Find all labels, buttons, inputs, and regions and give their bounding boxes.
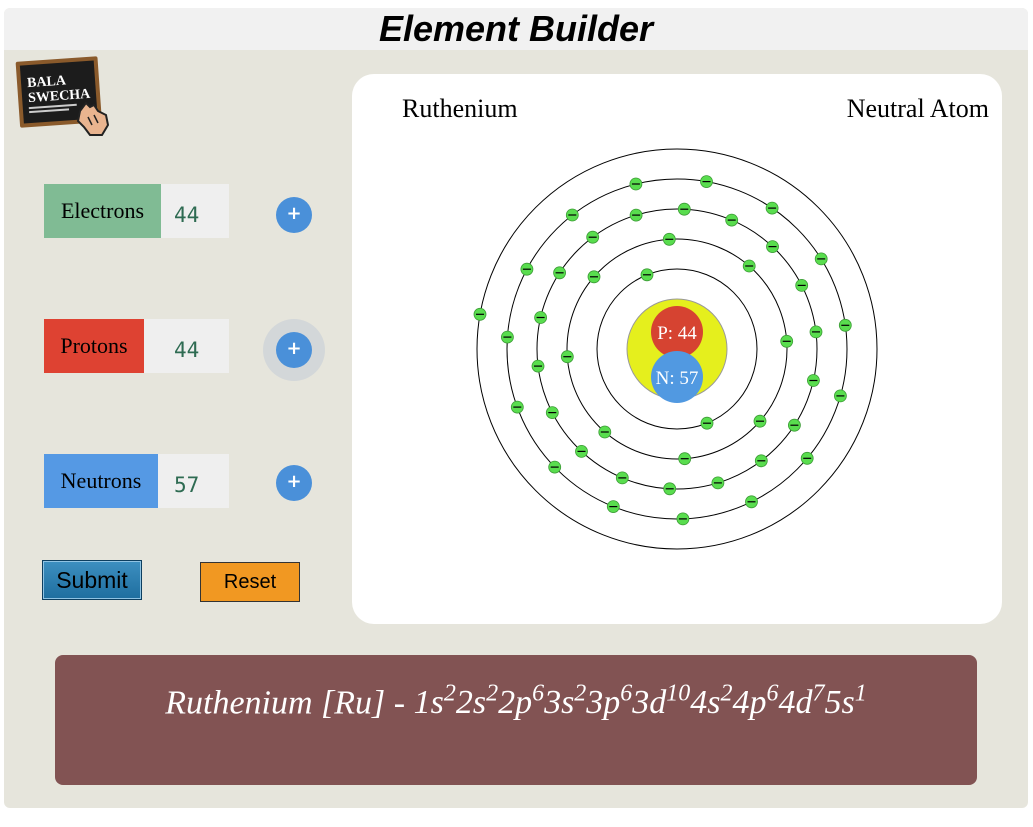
atom-panel: Ruthenium Neutral Atom P: 44 N: 57 [352, 74, 1002, 624]
orbital-3s: 3s [544, 684, 575, 722]
electron-configuration: Ruthenium [Ru] - 1s22s22p63s23p63d104s24… [55, 681, 977, 722]
neutrons-label: Neutrons [44, 454, 158, 508]
orbital-4s-count: 2 [720, 681, 733, 707]
reset-button[interactable]: Reset [200, 562, 300, 602]
orbital-3d-count: 10 [666, 681, 691, 707]
electron-configuration-panel: Ruthenium [Ru] - 1s22s22p63s23p63d104s24… [55, 655, 977, 785]
bala-swecha-logo: BALA SWECHA [15, 56, 110, 136]
orbital-3p-count: 6 [620, 681, 633, 707]
configuration-prefix: Ruthenium [Ru] - [165, 684, 414, 722]
app-window: Element Builder BALA SWECHA Electrons 44… [4, 8, 1028, 808]
orbital-3d: 3d [632, 684, 667, 722]
orbital-5s-count: 1 [854, 681, 867, 707]
add-electron-button[interactable]: + [276, 197, 312, 233]
submit-button[interactable]: Submit [42, 560, 142, 600]
electrons-value[interactable]: 44 [161, 184, 229, 238]
protons-value[interactable]: 44 [144, 319, 229, 373]
orbital-4d: 4d [778, 684, 813, 722]
electrons-label: Electrons [44, 184, 161, 238]
orbital-5s: 5s [824, 684, 855, 722]
orbital-4p: 4p [732, 684, 767, 722]
neutrons-value[interactable]: 57 [158, 454, 229, 508]
orbital-2p-count: 6 [532, 681, 545, 707]
orbital-4p-count: 6 [766, 681, 779, 707]
page-title: Element Builder [378, 8, 654, 49]
orbital-1s-count: 2 [443, 681, 456, 707]
orbital-4s: 4s [690, 684, 721, 722]
orbital-2s-count: 2 [486, 681, 499, 707]
orbital-2s: 2s [455, 684, 487, 722]
atom-diagram: P: 44 N: 57 [473, 148, 878, 550]
proton-count-label: P: 44 [657, 323, 697, 344]
orbital-3s-count: 2 [574, 681, 587, 707]
title-bar: Element Builder [4, 8, 1028, 50]
neutron-count-label: N: 57 [656, 368, 699, 389]
orbital-1s: 1s [413, 684, 444, 722]
add-neutron-button[interactable]: + [276, 465, 312, 501]
orbital-3p: 3p [586, 684, 621, 722]
orbital-2p: 2p [498, 684, 533, 722]
add-proton-button[interactable]: + [276, 332, 312, 368]
orbital-4d-count: 7 [812, 681, 825, 707]
protons-label: Protons [44, 319, 144, 373]
